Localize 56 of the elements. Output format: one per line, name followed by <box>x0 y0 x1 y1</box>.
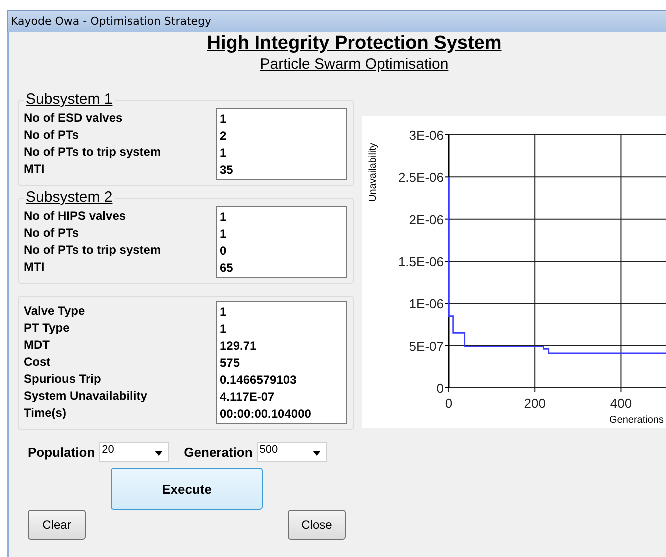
field-label: MTI <box>24 259 46 276</box>
field-label: No of HIPS valves <box>24 208 128 225</box>
x-tick-label: 0 <box>445 396 453 411</box>
y-tick-label: 1E-06 <box>409 296 444 312</box>
field-label: Valve Type <box>24 303 86 320</box>
field-value: 1 <box>220 145 228 162</box>
x-axis-label: Generations <box>610 415 664 426</box>
x-tick-label: 400 <box>610 396 632 411</box>
caret-icon <box>312 451 321 456</box>
dropdown[interactable]: 500 <box>256 442 327 462</box>
field-value: 1 <box>220 111 228 128</box>
x-tick-label: 200 <box>524 396 546 411</box>
subheading: Particle Swarm Optimisation <box>259 55 450 74</box>
field-label: Time(s) <box>24 405 68 422</box>
field-label: Spurious Trip <box>24 371 102 388</box>
field-label: No of PTs <box>24 225 80 242</box>
field-value: 00:00:00.104000 <box>220 406 312 423</box>
y-tick-label: 2.5E-06 <box>398 170 444 186</box>
field-value: 1 <box>220 304 228 321</box>
y-tick-label: 3E-06 <box>409 128 444 143</box>
field-label: No of PTs to trip system <box>24 144 162 161</box>
field-value: 1 <box>220 226 228 243</box>
group-title: Subsystem 2 <box>25 190 114 206</box>
caret-icon <box>155 451 164 456</box>
field-value: 35 <box>220 162 234 179</box>
window-title: Kayode Owa - Optimisation Strategy <box>11 15 212 28</box>
field-value: 2 <box>220 128 228 145</box>
field-value: 1 <box>220 209 228 226</box>
field-label: No of PTs <box>24 127 80 144</box>
field-value: 4.117E-07 <box>220 389 276 406</box>
field-value: 1 <box>220 321 228 338</box>
field-value: 129.71 <box>220 338 258 355</box>
field-value: 575 <box>220 355 242 372</box>
y-tick-label: 5E-07 <box>409 338 444 354</box>
field-value: 65 <box>220 260 234 277</box>
action-button[interactable]: Clear <box>28 510 86 540</box>
field-label: System Unavailability <box>24 388 148 405</box>
field-label: MDT <box>24 337 51 354</box>
y-tick-label: 0 <box>436 381 444 396</box>
field-label: No of PTs to trip system <box>24 242 162 259</box>
field-label: Cost <box>24 354 52 371</box>
execute-button[interactable]: Execute <box>111 468 263 510</box>
field-value: 0 <box>220 243 228 260</box>
field-label: PT Type <box>24 320 71 337</box>
selector-label: Population <box>28 444 96 460</box>
dropdown[interactable]: 20 <box>99 442 170 462</box>
action-button[interactable]: Close <box>288 510 346 540</box>
y-tick-label: 2E-06 <box>409 212 444 228</box>
field-value: 0.1466579103 <box>220 372 298 389</box>
y-axis-label: Unavailability <box>368 143 379 202</box>
selector-label: Generation <box>184 444 253 460</box>
field-label: No of ESD valves <box>24 110 124 127</box>
field-label: MTI <box>24 161 46 178</box>
group-title: Subsystem 1 <box>25 92 114 108</box>
heading: High Integrity Protection System <box>206 32 503 55</box>
y-tick-label: 1.5E-06 <box>398 254 444 270</box>
